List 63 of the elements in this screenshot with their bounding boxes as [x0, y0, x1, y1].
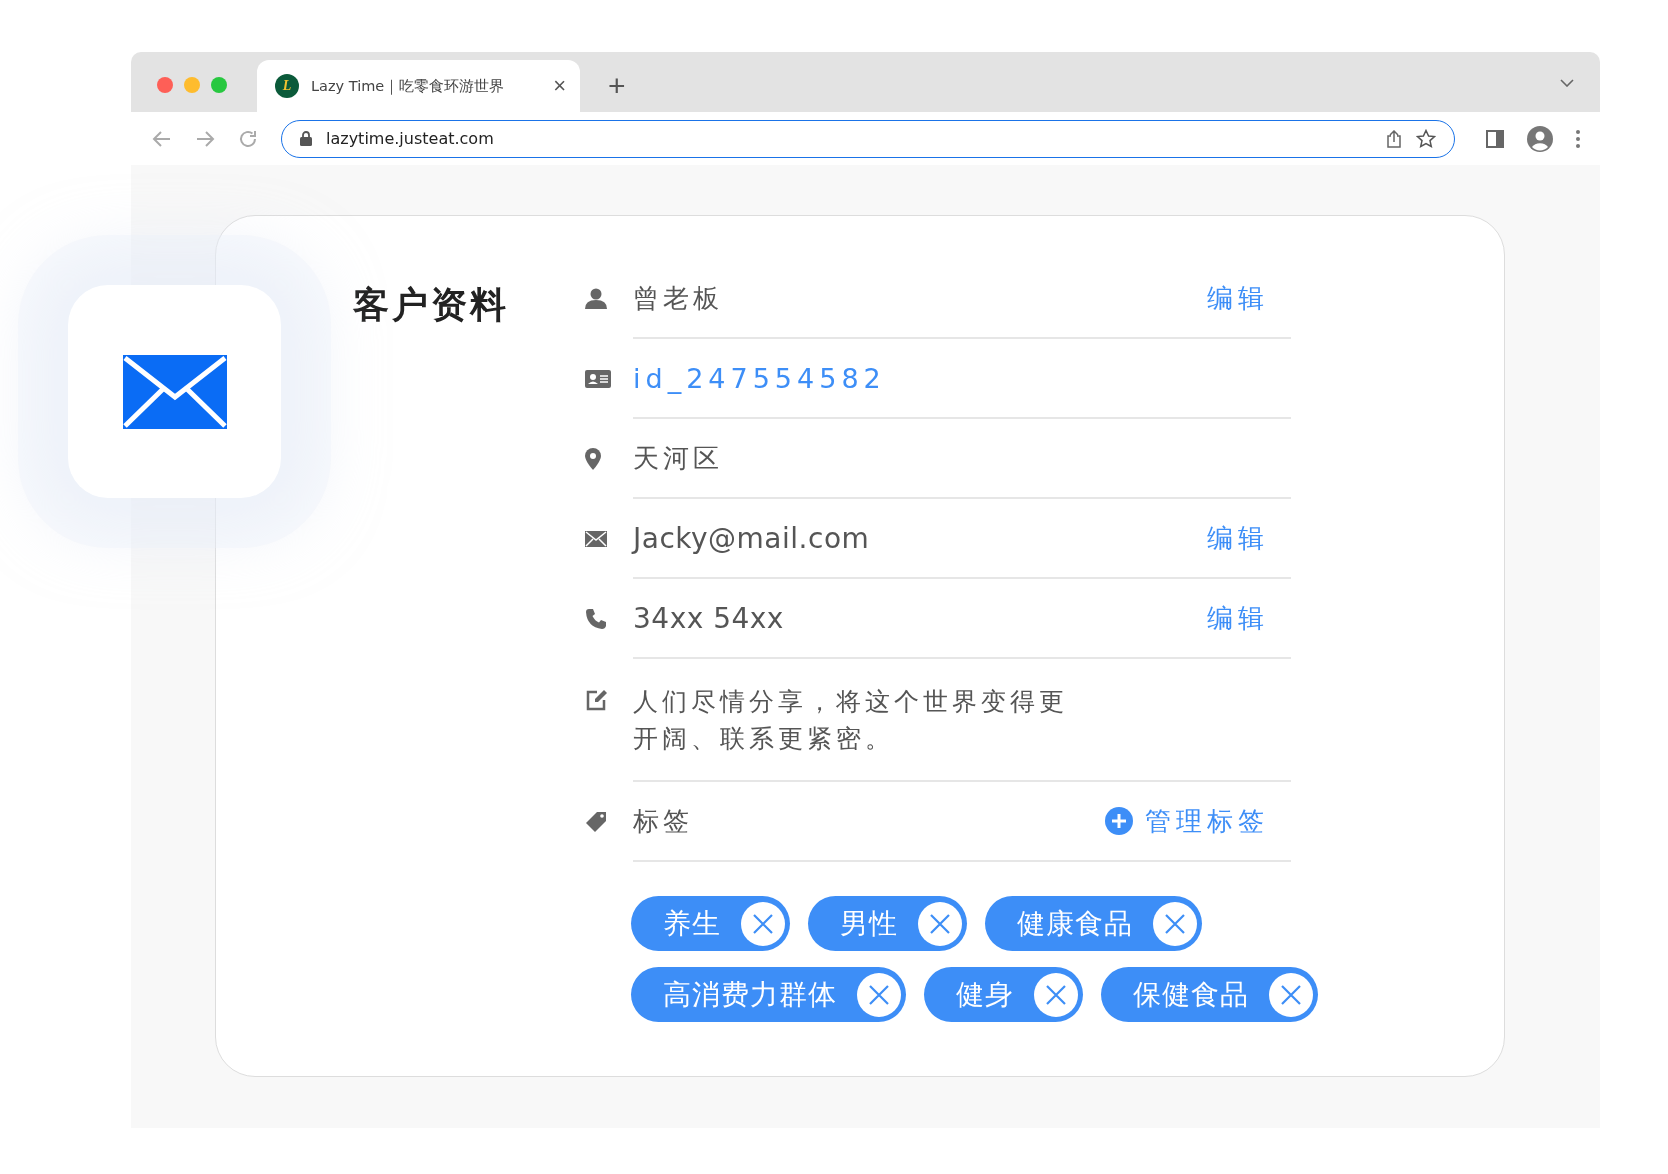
close-tab-button[interactable]: × — [549, 73, 570, 99]
plus-icon — [1105, 807, 1133, 835]
tag-chip[interactable]: 养生 — [631, 896, 790, 951]
close-icon — [1279, 982, 1303, 1007]
url-text: lazytime.justeat.com — [326, 129, 495, 148]
person-icon — [585, 288, 607, 310]
remove-tag-button[interactable] — [857, 972, 901, 1017]
close-window-button[interactable] — [157, 77, 173, 93]
tag-chip[interactable]: 健康食品 — [985, 896, 1202, 951]
bio-text: 人们尽情分享，将这个世界变得更 开阔、联系更紧密。 — [633, 686, 1068, 755]
maximize-window-button[interactable] — [211, 77, 227, 93]
card-title: 客户资料 — [353, 283, 510, 327]
location-text: 天河区 — [633, 441, 723, 475]
tag-text: 高消费力群体 — [662, 976, 838, 1013]
tag-chip[interactable]: 男性 — [808, 896, 967, 951]
new-tab-button[interactable]: + — [602, 68, 632, 104]
name-text: 曾老板 — [633, 281, 723, 315]
id-card-icon — [585, 370, 611, 388]
manage-tags-link[interactable]: 管理标签 — [1105, 803, 1269, 839]
tag-chip[interactable]: 高消费力群体 — [631, 967, 906, 1022]
reload-icon[interactable] — [238, 128, 258, 149]
tag-text: 男性 — [839, 905, 899, 942]
envelope-icon — [122, 354, 227, 429]
star-icon[interactable] — [1416, 128, 1436, 149]
tags-label: 标签 — [633, 804, 693, 838]
remove-tag-button[interactable] — [1034, 972, 1078, 1017]
tag-text: 保健食品 — [1132, 976, 1250, 1013]
more-icon[interactable] — [1576, 129, 1580, 148]
chevron-down-icon[interactable] — [1560, 79, 1574, 87]
envelope-icon — [585, 531, 607, 547]
customer-id: id_247554582 — [633, 362, 886, 394]
edit-link[interactable]: 编辑 — [1207, 600, 1269, 636]
lock-icon — [300, 131, 312, 146]
tag-chip[interactable]: 保健食品 — [1101, 967, 1318, 1022]
remove-tag-button[interactable] — [1269, 972, 1313, 1017]
close-icon — [1163, 911, 1187, 936]
share-icon[interactable] — [1386, 129, 1402, 148]
tag-text: 养生 — [662, 905, 722, 942]
tab-title: Lazy Time｜吃零食环游世界 — [311, 76, 506, 96]
side-panel-icon[interactable] — [1486, 129, 1504, 148]
close-icon — [867, 982, 891, 1007]
close-icon — [1044, 982, 1068, 1007]
browser-tab[interactable]: L Lazy Time｜吃零食环游世界 × — [257, 60, 580, 112]
remove-tag-button[interactable] — [1153, 901, 1197, 946]
remove-tag-button[interactable] — [741, 901, 785, 946]
remove-tag-button[interactable] — [918, 901, 962, 946]
phone-icon — [585, 608, 607, 630]
edit-link[interactable]: 编辑 — [1207, 520, 1269, 556]
tag-chip[interactable]: 健身 — [924, 967, 1083, 1022]
profile-icon[interactable] — [1527, 125, 1553, 152]
phone-text: 34xx 54xx — [633, 601, 784, 635]
back-icon[interactable] — [152, 128, 172, 149]
tag-text: 健康食品 — [1016, 905, 1134, 942]
tag-text: 健身 — [955, 976, 1015, 1013]
edit-link[interactable]: 编辑 — [1207, 280, 1269, 316]
close-icon — [928, 911, 952, 936]
tag-icon — [585, 811, 607, 833]
email-text: Jacky@mail.com — [633, 521, 870, 555]
edit-icon — [585, 688, 609, 712]
location-pin-icon — [585, 448, 601, 470]
forward-icon[interactable] — [195, 128, 215, 149]
close-icon — [751, 911, 775, 936]
favicon: L — [275, 74, 299, 98]
